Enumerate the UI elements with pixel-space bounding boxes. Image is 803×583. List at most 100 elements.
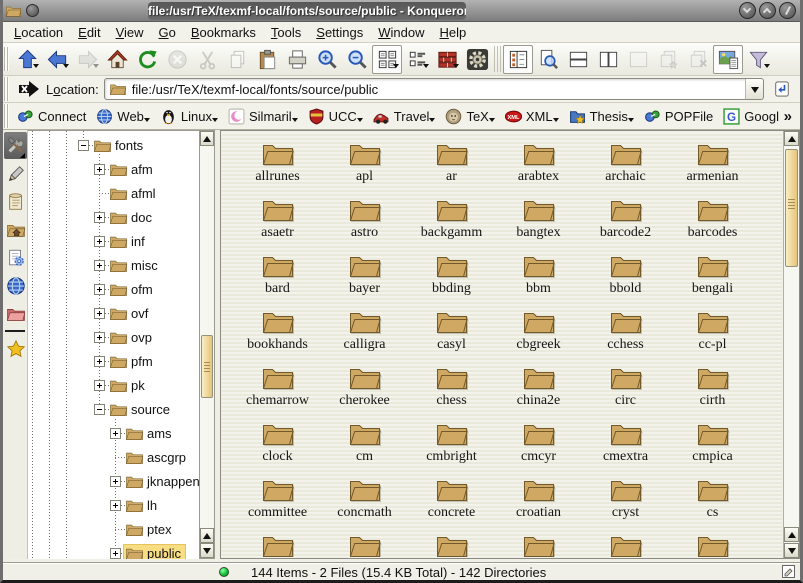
sidebar-pencil-button[interactable] [4,160,27,187]
folder-item[interactable]: cm [321,420,408,476]
tree-expander[interactable] [110,548,121,559]
zoom-out-button[interactable] [342,45,372,74]
folder-item[interactable]: bbm [495,252,582,308]
folder-item[interactable]: bookhands [234,308,321,364]
tree-expander[interactable] [94,260,105,271]
tree-item-fonts[interactable]: fonts [28,133,199,157]
bookmark-travel[interactable]: Travel [368,105,441,127]
folder-item[interactable] [321,532,408,557]
bookmark-xml[interactable]: XML [500,105,564,127]
tree-scrollbar[interactable] [199,130,215,559]
minimize-button[interactable] [739,2,756,19]
sidebar-toggle-button[interactable] [503,45,533,74]
folder-item[interactable]: concrete [408,476,495,532]
tree-item-inf[interactable]: inf [28,229,199,253]
bookmark-thesis[interactable]: Thesis [564,105,639,127]
tree-expander[interactable] [94,332,105,343]
folder-item[interactable]: arabtex [495,140,582,196]
tree-item-afml[interactable]: afml [28,181,199,205]
window-menu-button[interactable] [5,4,22,18]
toolbar-grip[interactable] [4,47,9,71]
location-input[interactable]: file:/usr/TeX/texmf-local/fonts/source/p… [104,78,764,100]
tree-expander[interactable] [94,404,105,415]
split-vertical-button[interactable] [593,45,623,74]
menu-location[interactable]: Location [8,23,72,42]
folder-item[interactable]: calligra [321,308,408,364]
menu-window[interactable]: Window [372,23,433,42]
scroll-down-button[interactable] [200,543,214,558]
view-link-checkbox[interactable] [782,565,795,578]
sidebar-network-button[interactable] [4,272,27,299]
bookmark-tex[interactable]: TeX [440,105,499,127]
tree-expander[interactable] [110,428,121,439]
folder-item[interactable]: bard [234,252,321,308]
tree-expander[interactable] [94,164,105,175]
menu-bookmarks[interactable]: Bookmarks [185,23,265,42]
sidebar-services-button[interactable] [4,244,27,271]
folder-item[interactable]: croatian [495,476,582,532]
menu-settings[interactable]: Settings [310,23,372,42]
folder-item[interactable] [495,532,582,557]
toolbar-grip[interactable] [4,77,9,101]
tree-expander[interactable] [78,140,89,151]
tree-item-jknappen[interactable]: jknappen [28,469,199,493]
folder-item[interactable]: cmbright [408,420,495,476]
close-button[interactable] [779,2,796,19]
tree-item-ams[interactable]: ams [28,421,199,445]
bookmark-linux[interactable]: Linux [155,105,223,127]
split-horizontal-button[interactable] [563,45,593,74]
folder-item[interactable]: barcodes [669,196,756,252]
tree-item-source[interactable]: source [28,397,199,421]
bookmarks-overflow-button[interactable]: » [779,108,797,125]
location-value[interactable]: file:/usr/TeX/texmf-local/fonts/source/p… [132,82,740,97]
remove-view-button[interactable] [623,45,653,74]
print-button[interactable] [282,45,312,74]
menu-edit[interactable]: Edit [72,23,109,42]
stop-button[interactable] [162,45,192,74]
tree-item-ofm[interactable]: ofm [28,277,199,301]
close-view-button[interactable] [683,45,713,74]
tree-item-ascgrp[interactable]: ascgrp [28,445,199,469]
folder-item[interactable]: armenian [669,140,756,196]
folder-item[interactable]: ar [408,140,495,196]
tree-expander[interactable] [94,284,105,295]
folder-item[interactable]: asaetr [234,196,321,252]
folder-item[interactable]: cryst [582,476,669,532]
go-button[interactable] [769,78,795,101]
thumbnails-button[interactable] [713,45,743,74]
scrollbar-thumb[interactable] [785,149,798,267]
bookmark-popfile[interactable]: POPFile [639,106,718,127]
folder-item[interactable]: cmextra [582,420,669,476]
bookmark-google[interactable]: Google [718,106,778,127]
folder-item[interactable]: backgamm [408,196,495,252]
reload-button[interactable] [132,45,162,74]
folder-item[interactable]: cs [669,476,756,532]
list-view-button[interactable] [402,45,432,74]
folder-item[interactable]: chess [408,364,495,420]
folder-item[interactable] [408,532,495,557]
folder-item[interactable]: circ [582,364,669,420]
folder-item[interactable] [669,532,756,557]
view-scrollbar[interactable] [783,131,799,558]
tree-item-public[interactable]: public [28,541,199,559]
folder-item[interactable]: china2e [495,364,582,420]
sidebar-root-folder-button[interactable] [4,300,27,327]
tree-expander[interactable] [110,476,121,487]
folder-item[interactable]: cc-pl [669,308,756,364]
scroll-up-button[interactable] [784,131,799,146]
folder-item[interactable] [582,532,669,557]
folder-item[interactable]: apl [321,140,408,196]
folder-item[interactable]: casyl [408,308,495,364]
back-button[interactable] [42,45,72,74]
tree-expander[interactable] [94,212,105,223]
toolbar-grip[interactable] [4,104,9,128]
sticky-button[interactable] [26,4,39,17]
tree-expander[interactable] [110,500,121,511]
folder-item[interactable]: cmpica [669,420,756,476]
folder-item[interactable]: astro [321,196,408,252]
tree-item-ovp[interactable]: ovp [28,325,199,349]
find-file-button[interactable] [533,45,563,74]
tree-item-ovf[interactable]: ovf [28,301,199,325]
settings-gear-button[interactable] [462,45,492,74]
tree-expander[interactable] [94,356,105,367]
